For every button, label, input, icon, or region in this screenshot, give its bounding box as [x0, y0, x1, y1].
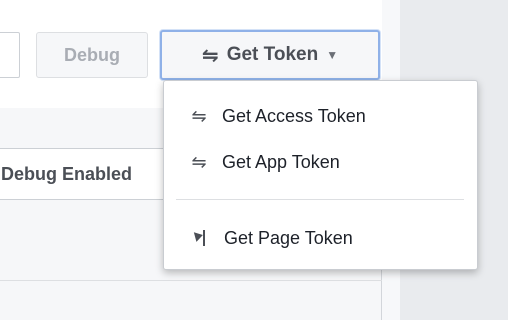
menu-item-label: Get App Token: [222, 151, 340, 172]
debug-button-label: Debug: [64, 44, 120, 65]
divider: [0, 280, 382, 281]
debug-button[interactable]: Debug: [36, 32, 148, 78]
get-token-dropdown-menu: ⇋ Get Access Token ⇋ Get App Token Get P…: [163, 80, 478, 270]
swap-arrows-icon: ⇋: [201, 44, 219, 67]
flag-icon: [190, 229, 212, 247]
menu-item-get-access-token[interactable]: ⇋ Get Access Token: [164, 96, 477, 136]
swap-arrows-icon: ⇋: [191, 151, 207, 172]
menu-item-get-page-token[interactable]: Get Page Token: [164, 218, 477, 258]
menu-item-label: Get Page Token: [224, 227, 353, 248]
menu-divider: [176, 199, 464, 200]
get-token-button[interactable]: ⇋ Get Token ▼: [160, 30, 380, 80]
access-token-input[interactable]: [0, 32, 20, 78]
menu-item-get-app-token[interactable]: ⇋ Get App Token: [164, 142, 477, 182]
debug-enabled-label: Debug Enabled: [1, 163, 133, 184]
swap-arrows-icon: ⇋: [191, 105, 207, 126]
debug-enabled-button[interactable]: Debug Enabled: [0, 148, 178, 200]
menu-item-label: Get Access Token: [222, 105, 366, 126]
chevron-down-icon: ▼: [326, 48, 339, 62]
get-token-label: Get Token: [226, 44, 319, 65]
